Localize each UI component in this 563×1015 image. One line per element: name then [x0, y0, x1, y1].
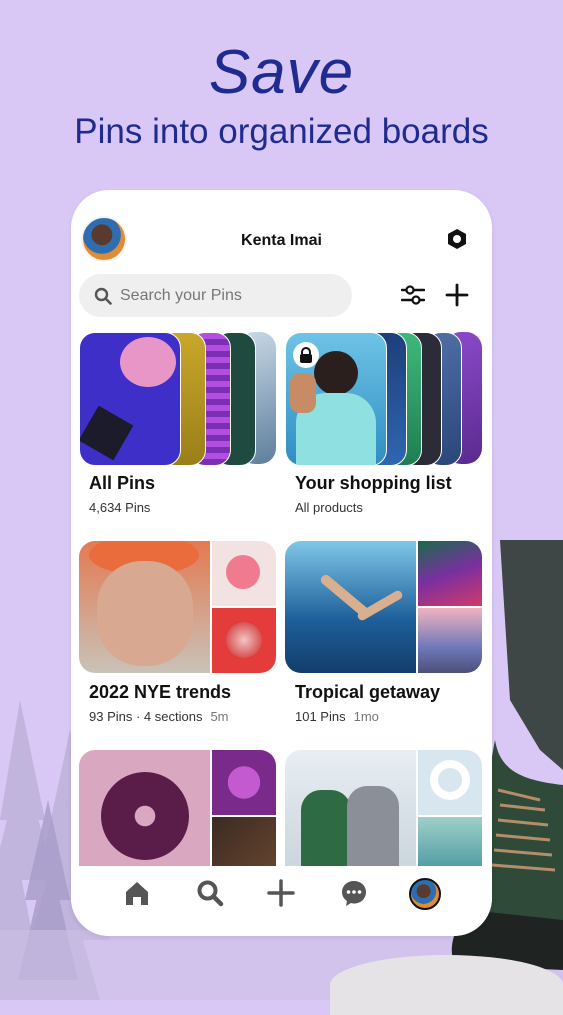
board-cover-image: [285, 541, 416, 673]
board-count: 101 Pins: [295, 709, 346, 724]
board-cover-image: [79, 332, 181, 466]
search-icon[interactable]: [195, 878, 225, 908]
board-cover: [79, 541, 276, 673]
board-meta: 4,634 Pins: [89, 500, 150, 515]
board-cover-image: [79, 541, 210, 673]
profile-avatar[interactable]: [409, 878, 441, 910]
board-meta: All products: [295, 500, 363, 515]
rock-photo: [330, 955, 563, 1015]
filter-icon[interactable]: [401, 284, 425, 306]
board-count: 93 Pins · 4 sections: [89, 709, 203, 724]
profile-header: Kenta Imai: [71, 216, 492, 266]
create-icon[interactable]: [445, 283, 469, 307]
chat-icon[interactable]: [339, 878, 369, 908]
board-title: All Pins: [89, 473, 156, 493]
bottom-nav: [71, 866, 492, 936]
board-updated: 1mo: [353, 709, 379, 724]
board-meta: 93 Pins · 4 sections 5m: [89, 709, 229, 724]
board-cover-image: [285, 750, 416, 882]
board-updated: 5m: [210, 709, 229, 724]
board-cover-image: [79, 750, 210, 882]
headline-title: Save: [208, 38, 355, 107]
plus-icon[interactable]: [266, 878, 296, 908]
search-icon: [94, 287, 112, 305]
board-title: Your shopping list: [295, 473, 452, 493]
board-count: 4,634 Pins: [89, 500, 151, 515]
board-cover: [285, 541, 482, 673]
board-cover: [79, 750, 276, 882]
board-cover-image: [418, 608, 482, 673]
app-screen: Kenta Imai Search your Pins All Pins 4,6…: [71, 190, 492, 936]
board-title: 2022 NYE trends: [89, 682, 232, 702]
board-count: All products: [295, 500, 363, 515]
settings-icon[interactable]: [446, 228, 468, 250]
headline: Save Pins into organized boards: [0, 38, 563, 152]
board-meta: 101 Pins 1mo: [295, 709, 379, 724]
board-cover-image: [212, 541, 276, 606]
board-cover-image: [212, 750, 276, 815]
search-input[interactable]: Search your Pins: [79, 274, 352, 317]
board-cover-image: [418, 541, 482, 606]
board-cover-image: [418, 750, 482, 815]
headline-subtitle: Pins into organized boards: [74, 112, 489, 151]
board-cover-image: [212, 608, 276, 673]
search-placeholder: Search your Pins: [120, 286, 242, 304]
lock-icon: [293, 342, 319, 368]
profile-name: Kenta Imai: [241, 232, 322, 249]
board-cover: [285, 750, 482, 882]
board-title: Tropical getaway: [295, 682, 441, 702]
home-icon[interactable]: [122, 878, 152, 908]
